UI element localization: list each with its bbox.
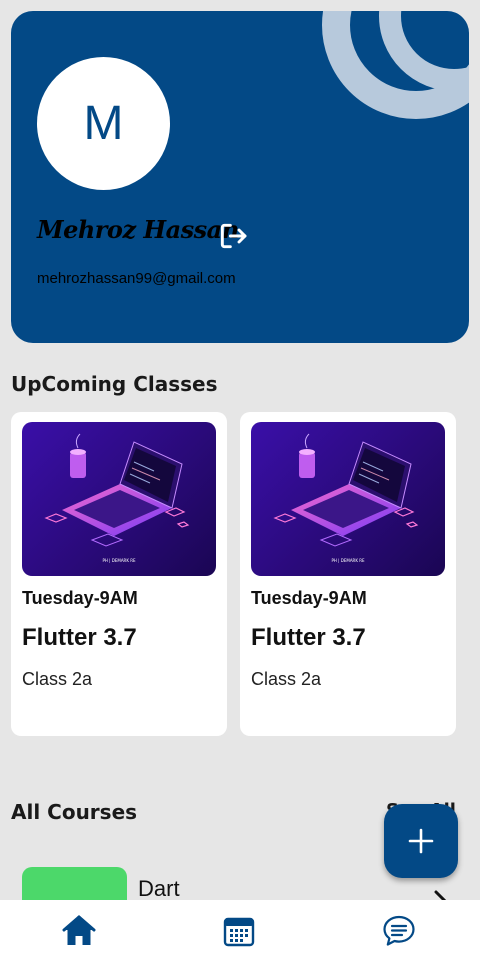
class-time: Tuesday-9AM (22, 588, 138, 608)
class-thumbnail: PH | DEMARK RE (251, 422, 445, 576)
add-button[interactable] (384, 804, 458, 878)
image-caption: PH | DEMARK RE (102, 558, 136, 563)
calendar-icon[interactable] (222, 914, 256, 948)
avatar: M (37, 57, 170, 190)
class-time: Tuesday-9AM (251, 588, 367, 608)
class-thumbnail: PH | DEMARK RE (22, 422, 216, 576)
class-title: Flutter 3.7 (22, 624, 137, 651)
home-screen: M Mehroz Hassan mehrozhassan99@gmail.com… (0, 0, 480, 960)
laptop-illustration: PH | DEMARK RE (44, 433, 190, 563)
laptop-illustration: PH | DEMARK RE (273, 433, 419, 563)
user-email: mehrozhassan99@gmail.com (37, 270, 236, 287)
image-caption: PH | DEMARK RE (331, 558, 365, 563)
class-title: Flutter 3.7 (251, 624, 366, 651)
course-name: Dart (138, 876, 180, 901)
all-courses-title: All Courses (11, 800, 138, 824)
profile-card: M Mehroz Hassan mehrozhassan99@gmail.com (11, 11, 469, 343)
user-name: Mehroz Hassan (37, 215, 239, 244)
upcoming-classes-title: UpComing Classes (11, 372, 218, 396)
home-icon[interactable] (62, 914, 96, 948)
class-room: Class 2a (251, 669, 322, 689)
plus-icon (408, 828, 434, 854)
bottom-navigation (0, 900, 480, 960)
class-card[interactable]: PH | DEMARK RE Tuesday-9AM Flutter 3.7 C… (240, 412, 456, 736)
avatar-initial: M (83, 97, 124, 150)
class-room: Class 2a (22, 669, 93, 689)
chat-icon[interactable] (382, 914, 416, 948)
class-card[interactable]: PH | DEMARK RE Tuesday-9AM Flutter 3.7 C… (11, 412, 227, 736)
logout-icon[interactable] (217, 220, 249, 252)
